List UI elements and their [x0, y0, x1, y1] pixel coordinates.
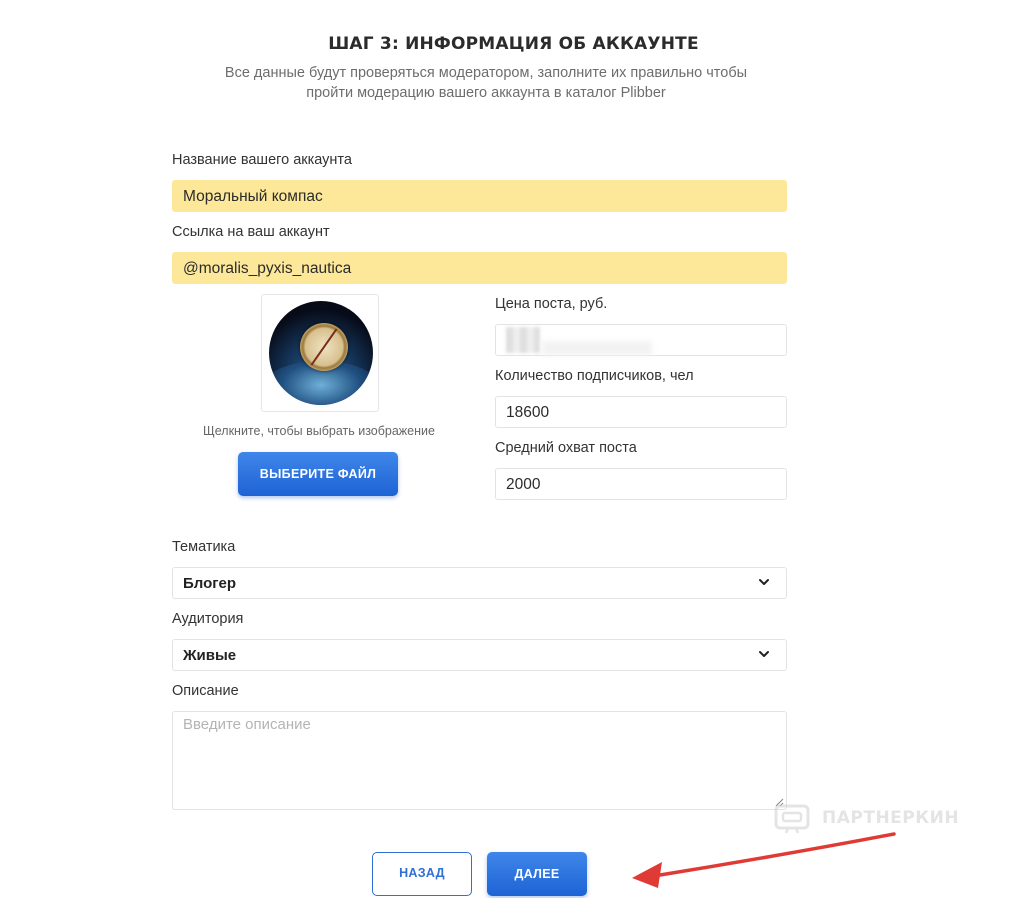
next-button[interactable]: ДАЛЕЕ [487, 852, 587, 896]
subtitle-line-1: Все данные будут проверяться модератором… [224, 65, 748, 81]
choose-file-button[interactable]: ВЫБЕРИТЕ ФАЙЛ [238, 452, 398, 496]
account-link-label: Ссылка на ваш аккаунт [172, 224, 330, 240]
avg-reach-input[interactable]: 2000 [495, 468, 787, 500]
chevron-down-icon [759, 579, 769, 585]
avatar-image [269, 301, 373, 405]
account-link-input[interactable]: @moralis_pyxis_nautica [172, 252, 787, 284]
post-price-label: Цена поста, руб. [495, 296, 608, 312]
annotation-arrow-icon [632, 832, 896, 888]
subtitle-line-2: пройти модерацию вашего аккаунта в катал… [306, 85, 666, 101]
subscribers-input[interactable]: 18600 [495, 396, 787, 428]
topic-select[interactable]: Блогер [172, 567, 787, 599]
page-title: ШАГ 3: ИНФОРМАЦИЯ ОБ АККАУНТЕ [328, 34, 699, 54]
watermark-text: ПАРТНЕРКИН [822, 808, 960, 828]
audience-select[interactable]: Живые [172, 639, 787, 671]
audience-label: Аудитория [172, 611, 244, 627]
redacted-value-trail [542, 341, 652, 355]
subscribers-label: Количество подписчиков, чел [495, 368, 694, 384]
account-name-label: Название вашего аккаунта [172, 152, 352, 168]
image-hint: Щелкните, чтобы выбрать изображение [203, 424, 435, 438]
account-name-input[interactable]: Моральный компас [172, 180, 787, 212]
topic-selected-value: Блогер [183, 575, 237, 592]
avg-reach-label: Средний охват поста [495, 440, 637, 456]
description-textarea[interactable]: Введите описание [172, 711, 787, 810]
avatar-picker[interactable] [261, 294, 379, 412]
topic-label: Тематика [172, 539, 236, 555]
chevron-down-icon [759, 651, 769, 657]
description-placeholder: Введите описание [183, 716, 311, 733]
back-button[interactable]: НАЗАД [372, 852, 472, 896]
audience-selected-value: Живые [183, 647, 237, 664]
page-subtitle: Все данные будут проверяться модератором… [200, 63, 772, 103]
redacted-value [506, 327, 540, 353]
post-price-input[interactable] [495, 324, 787, 356]
description-label: Описание [172, 683, 239, 699]
